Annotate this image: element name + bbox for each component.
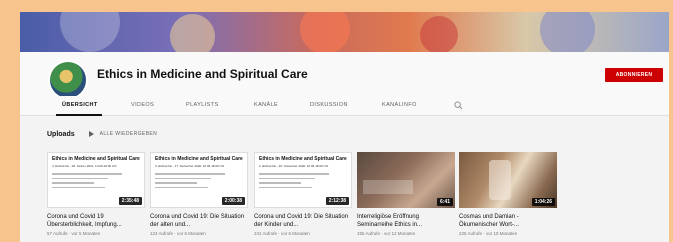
thumbnail-text-lines: [259, 173, 329, 191]
thumbnail-photo-overlay: [489, 160, 511, 200]
thumbnail-subtitle: 3. Einheit Do., 17. Dezember 2020, 10.00…: [155, 164, 225, 168]
video-duration: 2:35:48: [118, 197, 142, 205]
video-meta: 225 Aufrufe · vor 10 Monaten: [459, 231, 518, 236]
thumbnail-title: Ethics in Medicine and Spiritual Care: [52, 156, 140, 162]
video-title[interactable]: Corona und Covid 19: Die Situation der K…: [254, 213, 352, 229]
video-thumbnail[interactable]: Ethics in Medicine and Spiritual Care 3.…: [150, 152, 248, 208]
tab-videos[interactable]: VIDEOS: [131, 102, 154, 108]
video-title[interactable]: Interreligiöse Eröffnung Seminarreihe Et…: [357, 213, 455, 229]
video-card[interactable]: 1:04:26 Cosmas und Damian - Ökumenischer…: [459, 152, 557, 236]
video-duration: 1:04:26: [531, 198, 555, 206]
video-meta: 124 Aufrufe · vor 6 Monaten: [150, 231, 206, 236]
tab-channels[interactable]: KANÄLE: [254, 102, 278, 108]
video-card[interactable]: Ethics in Medicine and Spiritual Care 2.…: [254, 152, 352, 236]
video-card[interactable]: Ethics in Medicine and Spiritual Care 4.…: [47, 152, 145, 236]
play-all-button[interactable]: ALLE WIEDERGEBEN: [88, 131, 158, 137]
video-title[interactable]: Corona und Covid 19: Die Situation der a…: [150, 213, 248, 229]
channel-name[interactable]: Ethics in Medicine and Spiritual Care: [97, 67, 308, 81]
uploads-header: Uploads ALLE WIEDERGEBEN: [47, 129, 157, 139]
video-thumbnail[interactable]: 6:41: [357, 152, 455, 208]
video-duration: 2:12:38: [325, 197, 349, 205]
channel-avatar[interactable]: [48, 60, 88, 100]
thumbnail-photo-overlay: [363, 180, 413, 194]
active-tab-indicator: [56, 114, 102, 116]
video-meta: 57 Aufrufe · vor 5 Monaten: [47, 231, 101, 236]
video-title[interactable]: Cosmas und Damian - Ökumenischer Wort-..…: [459, 213, 557, 229]
channel-tabs: ÜBERSICHT VIDEOS PLAYLISTS KANÄLE DISKUS…: [20, 96, 669, 116]
thumbnail-subtitle: 4. Einheit Do., 28. Jänner 2021, 10.00-1…: [52, 164, 117, 168]
video-duration: 2:00:38: [221, 197, 245, 205]
video-meta: 155 Aufrufe · vor 12 Monaten: [357, 231, 416, 236]
video-card[interactable]: 6:41 Interreligiöse Eröffnung Seminarrei…: [357, 152, 455, 236]
play-all-label: ALLE WIEDERGEBEN: [99, 131, 158, 137]
video-card[interactable]: Ethics in Medicine and Spiritual Care 3.…: [150, 152, 248, 236]
search-icon[interactable]: [454, 101, 463, 110]
channel-banner: [20, 12, 669, 52]
uploads-title[interactable]: Uploads: [47, 131, 75, 138]
play-icon: [88, 131, 94, 137]
video-thumbnail[interactable]: 1:04:26: [459, 152, 557, 208]
thumbnail-title: Ethics in Medicine and Spiritual Care: [155, 156, 243, 162]
tab-playlists[interactable]: PLAYLISTS: [186, 102, 219, 108]
thumbnail-title: Ethics in Medicine and Spiritual Care: [259, 156, 347, 162]
video-meta: 241 Aufrufe · vor 6 Monaten: [254, 231, 310, 236]
video-duration: 6:41: [436, 198, 453, 206]
tab-overview[interactable]: ÜBERSICHT: [62, 102, 98, 108]
thumbnail-subtitle: 2. Einheit Do., 26. November 2020, 10.00…: [259, 164, 329, 168]
video-thumbnail[interactable]: Ethics in Medicine and Spiritual Care 4.…: [47, 152, 145, 208]
tab-discussion[interactable]: DISKUSSION: [310, 102, 348, 108]
subscribe-button[interactable]: ABONNIEREN: [605, 68, 663, 82]
video-thumbnail[interactable]: Ethics in Medicine and Spiritual Care 2.…: [254, 152, 352, 208]
tab-about[interactable]: KANALINFO: [382, 102, 417, 108]
video-title[interactable]: Corona und Covid 19 Übersterblichkeit, I…: [47, 213, 145, 229]
thumbnail-text-lines: [52, 173, 122, 191]
thumbnail-text-lines: [155, 173, 225, 191]
